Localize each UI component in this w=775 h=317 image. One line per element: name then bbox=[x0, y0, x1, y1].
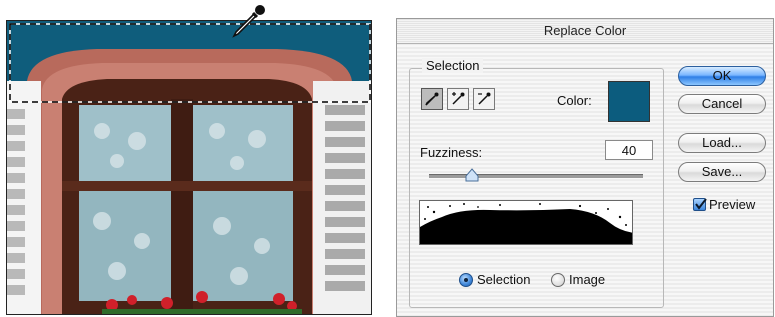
eyedropper-icon bbox=[425, 92, 439, 106]
image-radio[interactable] bbox=[551, 273, 565, 287]
selection-radio-label: Selection bbox=[477, 272, 531, 287]
ok-button[interactable]: OK bbox=[678, 66, 766, 86]
dialog-title: Replace Color bbox=[543, 23, 627, 38]
eyedropper-cursor-icon bbox=[228, 2, 268, 42]
selection-radio[interactable] bbox=[459, 273, 473, 287]
eyedropper-plus-tool[interactable] bbox=[447, 88, 469, 110]
window-photo-art bbox=[7, 21, 371, 314]
selection-preview bbox=[419, 200, 633, 245]
color-swatch[interactable] bbox=[608, 81, 650, 122]
window-photo[interactable] bbox=[6, 20, 372, 315]
eyedropper-minus-tool[interactable] bbox=[473, 88, 495, 110]
cancel-button[interactable]: Cancel bbox=[678, 94, 766, 114]
eyedropper-plus-icon bbox=[452, 92, 465, 105]
preview-checkbox[interactable] bbox=[693, 198, 707, 211]
dialog-titlebar[interactable]: Replace Color bbox=[397, 19, 773, 44]
fuzziness-input[interactable] bbox=[605, 140, 653, 160]
image-radio-label: Image bbox=[569, 272, 606, 287]
load-button[interactable]: Load... bbox=[678, 133, 766, 153]
fuzziness-slider-track[interactable] bbox=[429, 174, 643, 178]
eyedropper-minus-icon bbox=[478, 92, 491, 105]
selection-group-label: Selection bbox=[422, 58, 484, 73]
fuzziness-slider-thumb[interactable] bbox=[465, 167, 479, 182]
checkmark-icon bbox=[695, 198, 707, 210]
eyedropper-tool[interactable] bbox=[421, 88, 443, 110]
replace-color-dialog: Replace Color Selection Color: Fuzziness… bbox=[396, 18, 774, 317]
fuzziness-label: Fuzziness: bbox=[420, 145, 483, 160]
color-label: Color: bbox=[557, 93, 592, 108]
save-button[interactable]: Save... bbox=[678, 162, 766, 182]
preview-checkbox-label: Preview bbox=[709, 197, 756, 212]
